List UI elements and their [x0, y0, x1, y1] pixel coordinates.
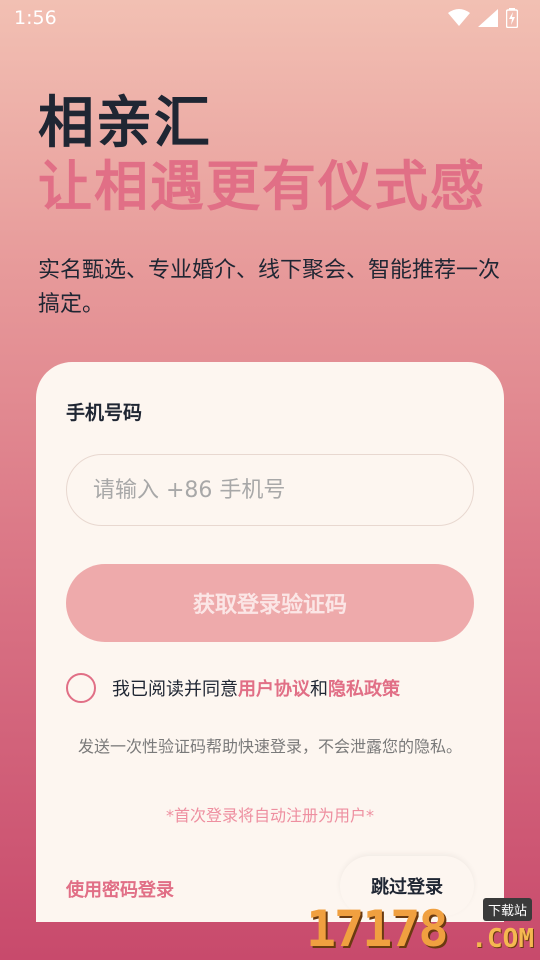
phone-input[interactable]	[66, 454, 474, 526]
signal-icon	[478, 9, 498, 27]
wifi-icon	[448, 9, 470, 26]
battery-charging-icon	[506, 8, 518, 28]
auto-register-note: *首次登录将自动注册为用户*	[165, 806, 374, 825]
login-card: 手机号码 获取登录验证码 我已阅读并同意 用户协议 和 隐私政策 发送一次性验证…	[36, 362, 504, 922]
privacy-policy-link[interactable]: 隐私政策	[328, 675, 400, 701]
agreement-prefix: 我已阅读并同意	[112, 679, 238, 700]
get-code-button[interactable]: 获取登录验证码	[66, 564, 474, 642]
intro-text: 实名甄选、专业婚介、线下聚会、智能推荐一次搞定。	[38, 258, 501, 317]
password-login-link[interactable]: 使用密码登录	[66, 876, 174, 902]
watermark-badge: 下载站	[482, 898, 532, 921]
watermark-domain: .COM	[471, 924, 534, 954]
status-icons	[448, 8, 518, 28]
user-agreement-link[interactable]: 用户协议	[238, 675, 310, 701]
privacy-note: 发送一次性验证码帮助快速登录，不会泄露您的隐私。	[77, 737, 462, 756]
status-time: 1:56	[14, 7, 57, 29]
phone-label: 手机号码	[66, 402, 143, 424]
agreement-conjunction: 和	[310, 679, 328, 700]
agreement-checkbox[interactable]	[66, 673, 96, 703]
watermark-digits: 17178	[306, 900, 449, 958]
status-bar: 1:56	[0, 0, 540, 36]
watermark-logo: 17178 .COM 下载站	[306, 898, 534, 958]
agreement-row: 我已阅读并同意 用户协议 和 隐私政策	[66, 672, 400, 704]
app-slogan: 让相遇更有仪式感	[38, 155, 486, 218]
